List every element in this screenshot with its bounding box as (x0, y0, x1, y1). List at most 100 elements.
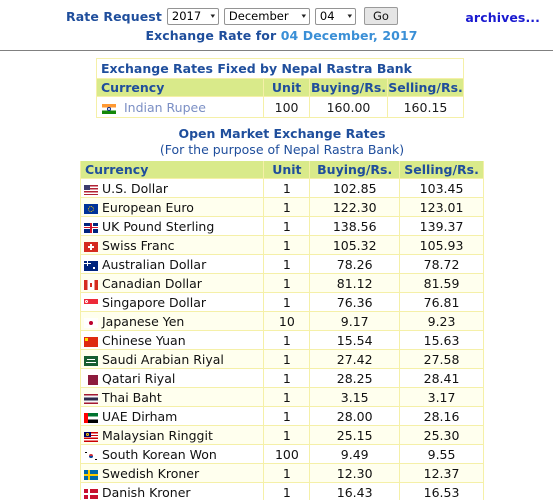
fixed-table-header-row: Currency Unit Buying/Rs. Selling/Rs. (95, 78, 465, 97)
unit-cell: 1 (263, 292, 311, 312)
table-row: Swedish Kroner 1 12.30 12.37 (79, 463, 484, 483)
currency-name: Swiss Franc (102, 238, 175, 253)
flag-thailand (84, 393, 98, 404)
year-select[interactable]: 2017 ▾ (166, 7, 219, 25)
flag-denmark (84, 488, 98, 499)
archives-link[interactable]: archives... (465, 10, 540, 25)
month-select[interactable]: December ▾ (223, 7, 310, 25)
flag-malaysia-icon (83, 428, 99, 443)
day-select[interactable]: 04 ▾ (314, 7, 356, 25)
flag-eu-icon (83, 200, 99, 215)
column-header-unit: Unit (263, 78, 310, 97)
rate-request-bar: Rate Request 2017 ▾ December ▾ 04 ▾ Go a… (0, 0, 553, 28)
subtitle-prefix: Exchange Rate for (145, 28, 277, 43)
unit-cell: 1 (263, 349, 311, 369)
flag-canada (84, 279, 98, 290)
currency-name: Qatari Riyal (102, 371, 176, 386)
table-row: Danish Kroner 1 16.43 16.53 (79, 482, 484, 500)
table-row: Saudi Arabian Riyal 1 27.42 27.58 (79, 349, 484, 369)
column-header-buying: Buying/Rs. (309, 160, 401, 179)
open-market-subtitle-row: (For the purpose of Nepal Rastra Bank) (80, 141, 484, 161)
currency-name: Malaysian Ringgit (102, 428, 213, 443)
day-select-value: 04 (319, 8, 335, 23)
currency-name: Saudi Arabian Riyal (102, 352, 224, 367)
flag-usa-icon (83, 181, 99, 196)
table-row: South Korean Won 100 9.49 9.55 (79, 444, 484, 464)
table-row: Canadian Dollar 1 81.12 81.59 (79, 273, 484, 293)
flag-india (102, 103, 116, 114)
flag-saudi-icon (83, 352, 99, 367)
buying-cell: 28.00 (309, 406, 401, 426)
selling-cell: 16.53 (399, 482, 484, 500)
currency-name: U.S. Dollar (102, 181, 169, 196)
open-market-title-row: Open Market Exchange Rates (80, 123, 484, 142)
flag-malaysia (84, 431, 98, 442)
currency-name: Chinese Yuan (102, 333, 186, 348)
selling-cell: 105.93 (399, 235, 484, 255)
unit-cell: 1 (263, 216, 311, 236)
flag-canada-icon (83, 276, 99, 291)
buying-cell: 25.15 (309, 425, 401, 445)
buying-cell: 102.85 (309, 178, 401, 198)
currency-cell: Thai Baht (79, 387, 265, 407)
flag-singapore (84, 298, 98, 309)
currency-cell: European Euro (79, 197, 265, 217)
rate-request-controls: Rate Request 2017 ▾ December ▾ 04 ▾ Go (66, 7, 398, 25)
flag-uae (84, 412, 98, 423)
open-market-header-row: Currency Unit Buying/Rs. Selling/Rs. (79, 160, 484, 179)
currency-name: Thai Baht (102, 390, 162, 405)
open-market-subtitle: (For the purpose of Nepal Rastra Bank) (80, 141, 484, 161)
selling-cell: 9.23 (399, 311, 484, 331)
currency-cell: Qatari Riyal (79, 368, 265, 388)
table-row: Malaysian Ringgit 1 25.15 25.30 (79, 425, 484, 445)
table-row: Australian Dollar 1 78.26 78.72 (79, 254, 484, 274)
flag-australia (84, 260, 98, 271)
header-divider (0, 50, 553, 51)
unit-cell: 1 (263, 330, 311, 350)
currency-cell: South Korean Won (79, 444, 265, 464)
column-header-selling: Selling/Rs. (386, 78, 465, 97)
currency-name: UAE Dirham (102, 409, 178, 424)
buying-cell: 160.00 (309, 96, 388, 118)
selling-cell: 160.15 (386, 96, 465, 118)
selling-cell: 103.45 (399, 178, 484, 198)
buying-cell: 3.15 (309, 387, 401, 407)
unit-cell: 100 (263, 444, 311, 464)
chevron-down-icon: ▾ (210, 11, 216, 20)
rate-request-label: Rate Request (66, 8, 162, 24)
unit-cell: 100 (263, 96, 310, 118)
selling-cell: 78.72 (399, 254, 484, 274)
table-row: Thai Baht 1 3.15 3.17 (79, 387, 484, 407)
currency-cell: Singapore Dollar (79, 292, 265, 312)
buying-cell: 78.26 (309, 254, 401, 274)
flag-china (84, 336, 98, 347)
selling-cell: 12.37 (399, 463, 484, 483)
flag-uk-icon (83, 219, 99, 234)
selling-cell: 25.30 (399, 425, 484, 445)
fixed-table-title: Exchange Rates Fixed by Nepal Rastra Ban… (96, 58, 464, 79)
flag-singapore-icon (83, 295, 99, 310)
flag-southkorea (84, 450, 98, 461)
unit-cell: 1 (263, 197, 311, 217)
subtitle-date: 04 December, 2017 (280, 28, 418, 43)
currency-name: Australian Dollar (102, 257, 207, 272)
currency-name: Danish Kroner (102, 485, 191, 500)
column-header-currency: Currency (95, 78, 265, 97)
currency-cell: Japanese Yen (79, 311, 265, 331)
table-row: Japanese Yen 10 9.17 9.23 (79, 311, 484, 331)
table-row: Chinese Yuan 1 15.54 15.63 (79, 330, 484, 350)
flag-qatar (84, 374, 98, 385)
go-button[interactable]: Go (363, 7, 398, 25)
currency-name: Canadian Dollar (102, 276, 202, 291)
selling-cell: 28.16 (399, 406, 484, 426)
unit-cell: 1 (263, 463, 311, 483)
currency-name: UK Pound Sterling (102, 219, 215, 234)
column-header-currency: Currency (79, 160, 265, 179)
currency-cell: Chinese Yuan (79, 330, 265, 350)
currency-name: Indian Rupee (123, 100, 206, 115)
selling-cell: 28.41 (399, 368, 484, 388)
buying-cell: 9.49 (309, 444, 401, 464)
flag-qatar-icon (83, 371, 99, 386)
buying-cell: 105.32 (309, 235, 401, 255)
unit-cell: 1 (263, 235, 311, 255)
